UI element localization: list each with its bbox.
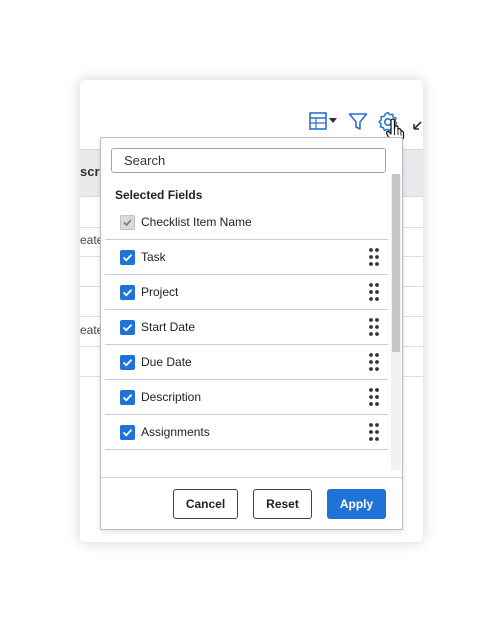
field-row-due-date[interactable]: Due Date	[105, 344, 388, 380]
field-row-assignments[interactable]: Assignments	[105, 414, 388, 450]
field-label: Description	[141, 390, 202, 404]
drag-handle-icon[interactable]	[369, 248, 379, 266]
field-row-task[interactable]: Task	[105, 239, 388, 275]
checkbox[interactable]	[120, 355, 135, 370]
drag-handle-icon[interactable]	[369, 353, 379, 371]
column-chooser-panel: Search Selected Fields Checklist Item Na…	[100, 137, 403, 530]
checkbox[interactable]	[120, 250, 135, 265]
panel-footer: Cancel Reset Apply	[101, 477, 402, 529]
field-label: Checklist Item Name	[141, 215, 252, 229]
field-row-start-date[interactable]: Start Date	[105, 309, 388, 345]
checkbox[interactable]	[120, 425, 135, 440]
search-placeholder: Search	[124, 153, 166, 168]
field-row-checklist-item-name: Checklist Item Name	[105, 204, 388, 240]
field-label: Start Date	[141, 320, 196, 334]
cancel-button[interactable]: Cancel	[173, 489, 238, 519]
filter-icon[interactable]	[348, 112, 368, 132]
search-input[interactable]: Search	[111, 148, 386, 173]
checkbox-disabled	[120, 215, 135, 230]
field-label: Project	[141, 285, 179, 299]
field-row-description[interactable]: Description	[105, 379, 388, 415]
reset-button[interactable]: Reset	[253, 489, 312, 519]
table-view-icon[interactable]	[309, 111, 339, 131]
apply-button[interactable]: Apply	[327, 489, 386, 519]
field-label: Due Date	[141, 355, 192, 369]
scrollbar[interactable]	[391, 174, 401, 470]
drag-handle-icon[interactable]	[369, 388, 379, 406]
checkbox[interactable]	[120, 285, 135, 300]
drag-handle-icon[interactable]	[369, 318, 379, 336]
section-title: Selected Fields	[115, 188, 203, 202]
field-label: Task	[141, 250, 166, 264]
expand-icon[interactable]	[413, 116, 423, 130]
scrollbar-thumb[interactable]	[392, 174, 400, 352]
checkbox[interactable]	[120, 320, 135, 335]
checkbox[interactable]	[120, 390, 135, 405]
field-label: Assignments	[141, 425, 210, 439]
field-row-project[interactable]: Project	[105, 274, 388, 310]
drag-handle-icon[interactable]	[369, 423, 379, 441]
drag-handle-icon[interactable]	[369, 283, 379, 301]
